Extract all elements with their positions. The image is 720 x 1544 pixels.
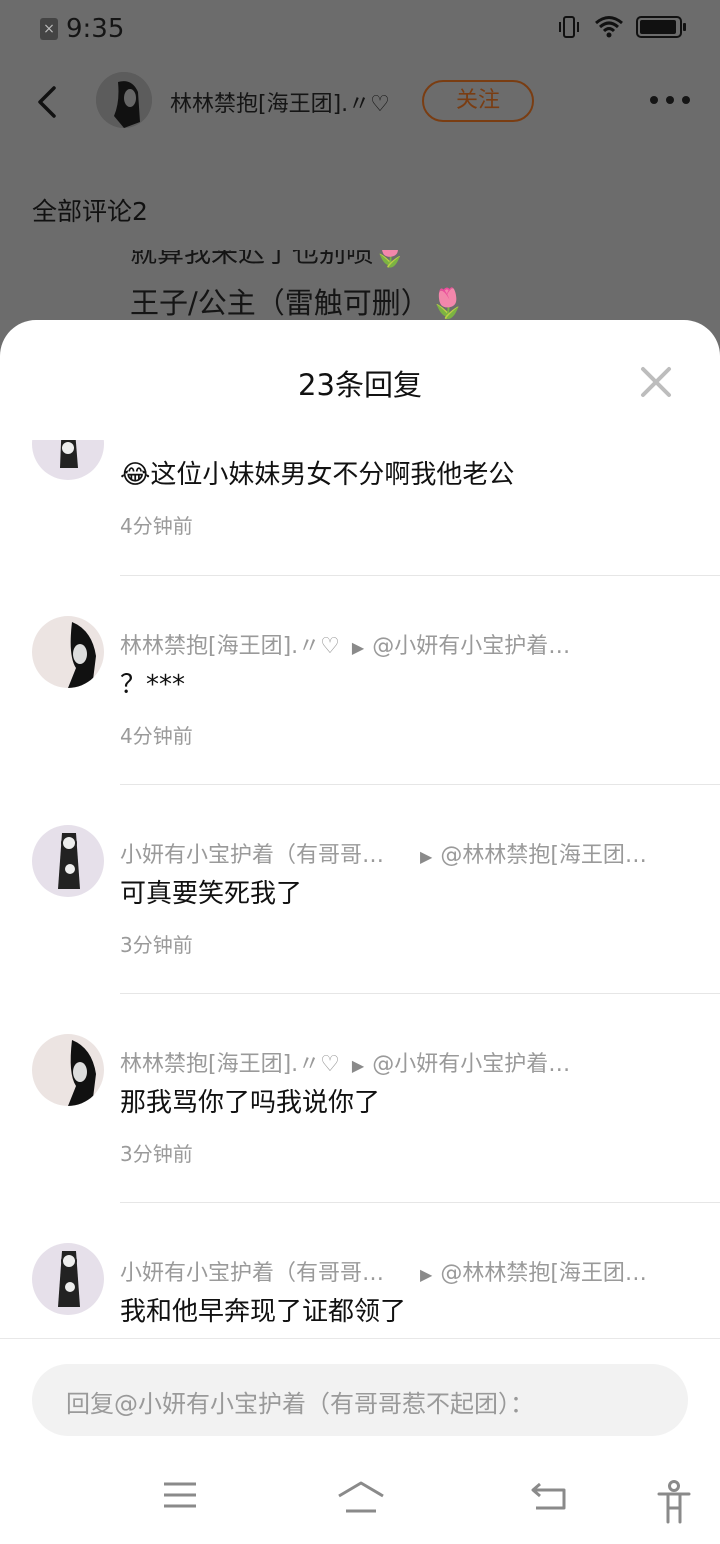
- follow-button[interactable]: 关注: [422, 80, 534, 122]
- avatar[interactable]: [32, 825, 104, 897]
- reply-target[interactable]: @林林禁抱[海王团…: [440, 843, 647, 868]
- reply-time: 4分钟前: [120, 514, 193, 538]
- divider: [0, 1338, 720, 1339]
- reply-time: 3分钟前: [120, 1142, 193, 1166]
- reply-target[interactable]: @小妍有小宝护着…: [372, 634, 570, 659]
- wifi-icon: [595, 16, 623, 38]
- reply-text: 那我骂你了吗我说你了: [120, 1088, 381, 1118]
- reply-author[interactable]: 林林禁抱[海王团].〃♡: [120, 634, 340, 659]
- divider: [120, 1202, 720, 1203]
- divider: [120, 575, 720, 576]
- reply-text: ？***: [120, 670, 186, 700]
- reply-time: 3分钟前: [120, 933, 193, 957]
- reply-meta: 小妍有小宝护着（有哥哥… ▶ @林林禁抱[海王团…: [120, 1255, 647, 1287]
- divider: [120, 993, 720, 994]
- replies-sheet: 23条回复 😂这位小妹妹男女不分啊我他老公 4分钟前 林林禁抱[海王团].〃♡ ▶…: [0, 320, 720, 1544]
- home-icon[interactable]: [336, 1480, 386, 1514]
- avatar[interactable]: [32, 616, 104, 688]
- back-arrow-icon[interactable]: [32, 82, 68, 122]
- avatar[interactable]: [32, 1034, 104, 1106]
- reply-time: 4分钟前: [120, 724, 193, 748]
- reply-text: 我和他早奔现了证都领了: [120, 1297, 407, 1327]
- status-time: 9:35: [66, 14, 125, 44]
- divider: [120, 784, 720, 785]
- status-bar: × 9:35: [0, 0, 720, 58]
- play-arrow-icon: ▶: [351, 638, 365, 657]
- avatar[interactable]: [32, 1243, 104, 1315]
- play-arrow-icon: ▶: [351, 1056, 365, 1075]
- reply-target[interactable]: @小妍有小宝护着…: [372, 1052, 570, 1077]
- reply-author[interactable]: 林林禁抱[海王团].〃♡: [120, 1052, 340, 1077]
- battery-icon: [636, 16, 686, 38]
- reply-meta: 林林禁抱[海王团].〃♡ ▶ @小妍有小宝护着…: [120, 628, 570, 660]
- top-bar: 林林禁抱[海王团].〃♡ 关注: [0, 70, 720, 134]
- reply-meta: 林林禁抱[海王团].〃♡ ▶ @小妍有小宝护着…: [120, 1046, 570, 1078]
- menu-icon[interactable]: [162, 1480, 198, 1510]
- reply-text: 😂这位小妹妹男女不分啊我他老公: [120, 460, 515, 490]
- reply-input[interactable]: 回复@小妍有小宝护着（有哥哥惹不起团）：: [32, 1364, 688, 1436]
- header-username[interactable]: 林林禁抱[海王团].〃♡: [170, 86, 390, 118]
- comments-count-title: 全部评论2: [32, 197, 148, 226]
- reply-list[interactable]: 😂这位小妹妹男女不分啊我他老公 4分钟前 林林禁抱[海王团].〃♡ ▶ @小妍有小宝…: [0, 440, 720, 1340]
- system-nav-bar: [0, 1440, 720, 1544]
- comment-peek-line: 就算我来迟了也别喷🌷: [130, 250, 407, 269]
- close-box-icon: ×: [40, 18, 58, 40]
- avatar[interactable]: [96, 72, 152, 128]
- play-arrow-icon: ▶: [420, 1265, 433, 1284]
- avatar[interactable]: [32, 440, 104, 480]
- vibrate-icon: [559, 16, 579, 38]
- reply-author[interactable]: 小妍有小宝护着（有哥哥…: [120, 1261, 384, 1286]
- comment-peek-line: 王子/公主（雷触可删）🌷: [130, 286, 466, 320]
- play-arrow-icon: ▶: [420, 847, 433, 866]
- reply-target[interactable]: @林林禁抱[海王团…: [440, 1261, 647, 1286]
- reply-author[interactable]: 小妍有小宝护着（有哥哥…: [120, 843, 384, 868]
- reply-meta: 小妍有小宝护着（有哥哥… ▶ @林林禁抱[海王团…: [120, 837, 647, 869]
- close-x-icon[interactable]: [638, 364, 674, 400]
- accessibility-icon[interactable]: [656, 1480, 692, 1524]
- back-icon[interactable]: [530, 1480, 568, 1512]
- sheet-title: 23条回复: [298, 368, 422, 402]
- more-dots-icon[interactable]: [650, 96, 690, 104]
- reply-text: 可真要笑死我了: [120, 879, 303, 909]
- reply-input-placeholder: 回复@小妍有小宝护着（有哥哥惹不起团）：: [66, 1390, 534, 1418]
- background-page: × 9:35 林林禁抱[海王团].〃♡ 关注 全部评论2 就算我来迟了也别喷🌷 …: [0, 0, 720, 320]
